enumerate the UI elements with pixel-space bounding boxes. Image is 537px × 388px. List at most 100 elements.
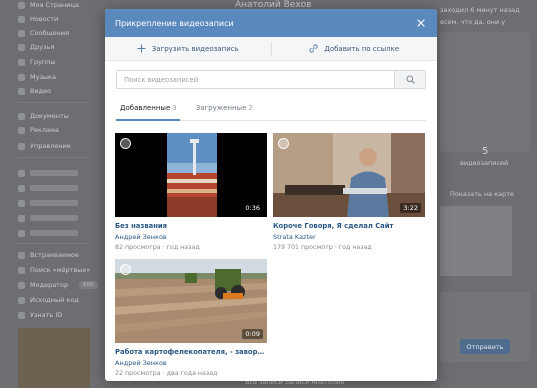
video-author[interactable]: Андрей Зенков bbox=[115, 359, 267, 367]
video-duration: 0:36 bbox=[242, 203, 263, 213]
sidebar-blurred-item[interactable] bbox=[18, 183, 78, 193]
add-by-link-label: Добавить по ссылке bbox=[324, 44, 400, 53]
news-icon bbox=[18, 15, 25, 23]
sidebar-item-messages[interactable]: Сообщения bbox=[18, 28, 69, 38]
video-item[interactable]: 0:09 Работа картофелекопателя, - завораж… bbox=[115, 259, 267, 377]
blurred-label bbox=[30, 215, 78, 221]
close-icon bbox=[417, 19, 425, 27]
sidebar-divider bbox=[18, 243, 88, 244]
sidebar-item-source-code[interactable]: Исходный код bbox=[18, 295, 79, 305]
video-title[interactable]: Короче Говоря, Я сделал Сайт bbox=[273, 222, 425, 230]
app-icon bbox=[18, 281, 25, 289]
sidebar-item-moderator[interactable]: Модератор 600 bbox=[18, 280, 98, 290]
videos-count-label: видеозаписей bbox=[460, 159, 509, 167]
group-icon bbox=[18, 229, 25, 237]
search-icon bbox=[406, 75, 415, 84]
add-by-link-button[interactable]: Добавить по ссылке bbox=[272, 37, 438, 60]
tab-added-count: 3 bbox=[172, 104, 177, 112]
sidebar-item-documents[interactable]: Документы bbox=[18, 111, 69, 121]
sidebar-item-my-page[interactable]: Моя Страница bbox=[18, 0, 79, 10]
sidebar-item-friends[interactable]: Друзья bbox=[18, 42, 54, 52]
online-status: заходил 6 минут назад bbox=[440, 6, 520, 14]
video-views: 179 701 просмотр bbox=[273, 244, 333, 251]
attach-video-modal: Прикрепление видеозаписи Загрузить видео… bbox=[105, 9, 437, 381]
video-title[interactable]: Без названия bbox=[115, 222, 267, 230]
video-age: год назад bbox=[338, 244, 372, 251]
video-tabs: Добавленные 3 Загруженные 2 bbox=[116, 100, 426, 121]
plus-icon bbox=[137, 44, 146, 53]
search-button[interactable] bbox=[394, 71, 425, 88]
video-author[interactable]: Андрей Зенков bbox=[115, 233, 267, 241]
video-item[interactable]: 0:36 Без названия Андрей Зенков 82 просм… bbox=[115, 133, 267, 251]
sidebar-blurred-item[interactable] bbox=[18, 228, 78, 238]
sidebar-blurred-item[interactable] bbox=[18, 198, 78, 208]
sidebar-divider bbox=[18, 102, 88, 103]
tab-uploaded-label: Загруженные bbox=[195, 104, 247, 112]
messages-icon bbox=[18, 29, 25, 37]
sidebar-blurred-item[interactable] bbox=[18, 213, 78, 223]
video-thumbnail[interactable]: 0:09 bbox=[115, 259, 267, 343]
sidebar-item-find-id[interactable]: Узнать ID bbox=[18, 310, 62, 320]
app-icon bbox=[18, 251, 25, 259]
group-icon bbox=[18, 184, 25, 192]
upload-video-label: Загрузить видеозапись bbox=[151, 44, 239, 53]
app-icon bbox=[18, 296, 25, 304]
link-icon bbox=[309, 44, 318, 53]
group-icon bbox=[18, 169, 25, 177]
select-checkbox[interactable] bbox=[120, 264, 131, 275]
sidebar-item-news[interactable]: Новости bbox=[18, 14, 58, 24]
photo-thumbnail[interactable] bbox=[440, 206, 512, 276]
select-checkbox[interactable] bbox=[278, 138, 289, 149]
group-icon bbox=[18, 214, 25, 222]
sidebar-divider bbox=[18, 157, 88, 158]
groups-icon bbox=[18, 58, 25, 66]
modal-header: Прикрепление видеозаписи bbox=[105, 9, 437, 37]
upload-video-button[interactable]: Загрузить видеозапись bbox=[105, 37, 271, 60]
select-checkbox[interactable] bbox=[120, 138, 131, 149]
sidebar-item-ads[interactable]: Реклама bbox=[18, 125, 59, 135]
video-duration: 0:09 bbox=[242, 329, 263, 339]
sidebar-item-manage[interactable]: Управление bbox=[18, 141, 71, 151]
video-author[interactable]: Strata Kazter bbox=[273, 233, 425, 241]
friends-icon bbox=[18, 43, 25, 51]
blurred-label bbox=[30, 200, 78, 206]
video-thumbnail[interactable]: 3:22 bbox=[273, 133, 425, 217]
sidebar-item-groups[interactable]: Группы bbox=[18, 57, 56, 67]
tab-uploaded[interactable]: Загруженные 2 bbox=[192, 100, 256, 120]
video-meta: 82 просмотра · год назад bbox=[115, 244, 200, 251]
app-icon bbox=[18, 311, 25, 319]
video-item[interactable]: 3:22 Короче Говоря, Я сделал Сайт Strata… bbox=[273, 133, 425, 251]
video-age: два года назад bbox=[166, 370, 218, 377]
sidebar-item-embed[interactable]: Встраиваемое bbox=[18, 250, 79, 260]
blurred-label bbox=[30, 185, 78, 191]
document-icon bbox=[18, 112, 25, 120]
tab-added[interactable]: Добавленные 3 bbox=[116, 100, 180, 121]
music-icon bbox=[18, 73, 25, 81]
video-meta: 22 просмотра · два года назад bbox=[115, 370, 218, 377]
group-icon bbox=[18, 199, 25, 207]
video-search-input[interactable] bbox=[117, 71, 394, 88]
video-search-box bbox=[116, 70, 426, 89]
show-on-map-link[interactable]: Показать на карте bbox=[450, 190, 514, 198]
manage-icon bbox=[18, 142, 25, 150]
video-duration: 3:22 bbox=[400, 203, 421, 213]
left-sidebar: Моя Страница Новости Сообщения Друзья Гр… bbox=[0, 0, 98, 388]
app-icon bbox=[18, 266, 25, 274]
counter-badge: 600 bbox=[79, 281, 98, 289]
sidebar-item-video[interactable]: Видео bbox=[18, 86, 51, 96]
blurred-label bbox=[30, 170, 78, 176]
sidebar-blurred-item[interactable] bbox=[18, 168, 78, 178]
profile-info-card bbox=[440, 32, 530, 152]
sidebar-item-music[interactable]: Музыка bbox=[18, 72, 56, 82]
video-thumbnail[interactable]: 0:36 bbox=[115, 133, 267, 217]
video-icon bbox=[18, 87, 25, 95]
friend-avatar-blurred bbox=[18, 328, 90, 388]
close-button[interactable] bbox=[415, 17, 427, 29]
videos-count: 5 bbox=[482, 146, 489, 157]
sidebar-item-search-dead[interactable]: Поиск «мёртвых» bbox=[18, 265, 90, 275]
video-title[interactable]: Работа картофелекопателя, - заворажива..… bbox=[115, 348, 267, 356]
video-views: 22 просмотра bbox=[115, 370, 161, 377]
send-button[interactable]: Отправить bbox=[460, 339, 510, 354]
home-icon bbox=[18, 1, 25, 9]
video-meta: 179 701 просмотр · год назад bbox=[273, 244, 372, 251]
